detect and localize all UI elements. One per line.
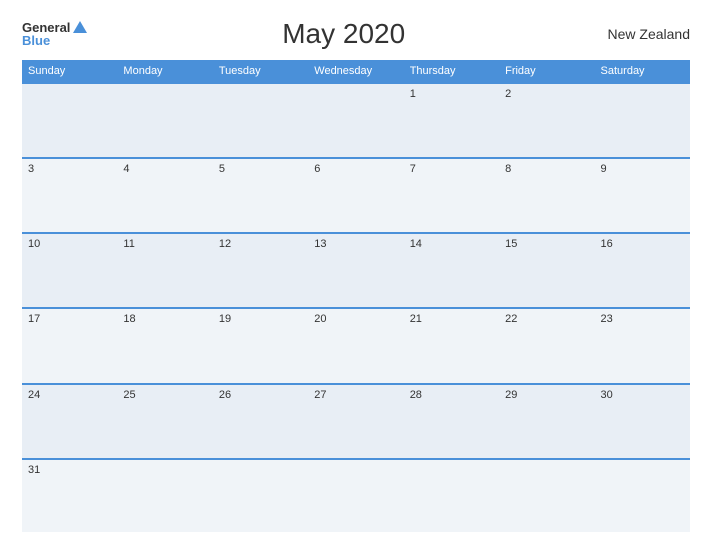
calendar-day-cell: 9 xyxy=(595,158,690,233)
calendar-week-row: 17181920212223 xyxy=(22,308,690,383)
calendar-header: SundayMondayTuesdayWednesdayThursdayFrid… xyxy=(22,60,690,83)
calendar-day-cell: 14 xyxy=(404,233,499,308)
calendar-day-cell: 15 xyxy=(499,233,594,308)
calendar-day-cell: 13 xyxy=(308,233,403,308)
calendar-day-cell: 29 xyxy=(499,384,594,459)
calendar-week-row: 24252627282930 xyxy=(22,384,690,459)
calendar-day-cell: 22 xyxy=(499,308,594,383)
calendar-day-header: Friday xyxy=(499,60,594,83)
calendar-day-cell: 26 xyxy=(213,384,308,459)
calendar-day-header: Saturday xyxy=(595,60,690,83)
calendar-empty-cell xyxy=(499,459,594,532)
calendar-day-cell: 16 xyxy=(595,233,690,308)
logo-triangle-icon xyxy=(73,21,87,33)
calendar-body: 1234567891011121314151617181920212223242… xyxy=(22,83,690,532)
calendar-day-cell: 20 xyxy=(308,308,403,383)
calendar-day-cell: 5 xyxy=(213,158,308,233)
country-label: New Zealand xyxy=(600,26,690,42)
calendar-title: May 2020 xyxy=(87,18,600,50)
calendar-day-header: Sunday xyxy=(22,60,117,83)
calendar-day-header: Tuesday xyxy=(213,60,308,83)
calendar-day-cell: 12 xyxy=(213,233,308,308)
calendar-day-cell: 8 xyxy=(499,158,594,233)
calendar-empty-cell xyxy=(595,459,690,532)
calendar-day-cell: 10 xyxy=(22,233,117,308)
calendar-day-cell: 3 xyxy=(22,158,117,233)
calendar-week-row: 31 xyxy=(22,459,690,532)
calendar-empty-cell xyxy=(308,83,403,158)
calendar-day-cell: 30 xyxy=(595,384,690,459)
calendar-day-cell: 7 xyxy=(404,158,499,233)
calendar-empty-cell xyxy=(213,83,308,158)
calendar-empty-cell xyxy=(22,83,117,158)
calendar-empty-cell xyxy=(213,459,308,532)
calendar-empty-cell xyxy=(308,459,403,532)
calendar-day-header: Thursday xyxy=(404,60,499,83)
calendar-day-cell: 31 xyxy=(22,459,117,532)
calendar-day-cell: 6 xyxy=(308,158,403,233)
calendar-empty-cell xyxy=(404,459,499,532)
calendar-day-cell: 27 xyxy=(308,384,403,459)
logo: General Blue xyxy=(22,21,87,47)
calendar-day-cell: 21 xyxy=(404,308,499,383)
calendar-header-row: SundayMondayTuesdayWednesdayThursdayFrid… xyxy=(22,60,690,83)
calendar-day-cell: 2 xyxy=(499,83,594,158)
calendar-day-cell: 25 xyxy=(117,384,212,459)
logo-blue-text: Blue xyxy=(22,34,87,47)
calendar-empty-cell xyxy=(117,459,212,532)
calendar-day-header: Wednesday xyxy=(308,60,403,83)
calendar-day-cell: 17 xyxy=(22,308,117,383)
calendar-week-row: 10111213141516 xyxy=(22,233,690,308)
calendar-empty-cell xyxy=(595,83,690,158)
calendar-day-cell: 23 xyxy=(595,308,690,383)
calendar-day-cell: 4 xyxy=(117,158,212,233)
calendar-empty-cell xyxy=(117,83,212,158)
calendar-day-cell: 1 xyxy=(404,83,499,158)
calendar-day-cell: 24 xyxy=(22,384,117,459)
calendar-day-cell: 18 xyxy=(117,308,212,383)
calendar-day-header: Monday xyxy=(117,60,212,83)
calendar-week-row: 3456789 xyxy=(22,158,690,233)
calendar-week-row: 12 xyxy=(22,83,690,158)
calendar-day-cell: 19 xyxy=(213,308,308,383)
calendar-day-cell: 28 xyxy=(404,384,499,459)
calendar-day-cell: 11 xyxy=(117,233,212,308)
calendar-table: SundayMondayTuesdayWednesdayThursdayFrid… xyxy=(22,60,690,532)
page-header: General Blue May 2020 New Zealand xyxy=(22,18,690,50)
